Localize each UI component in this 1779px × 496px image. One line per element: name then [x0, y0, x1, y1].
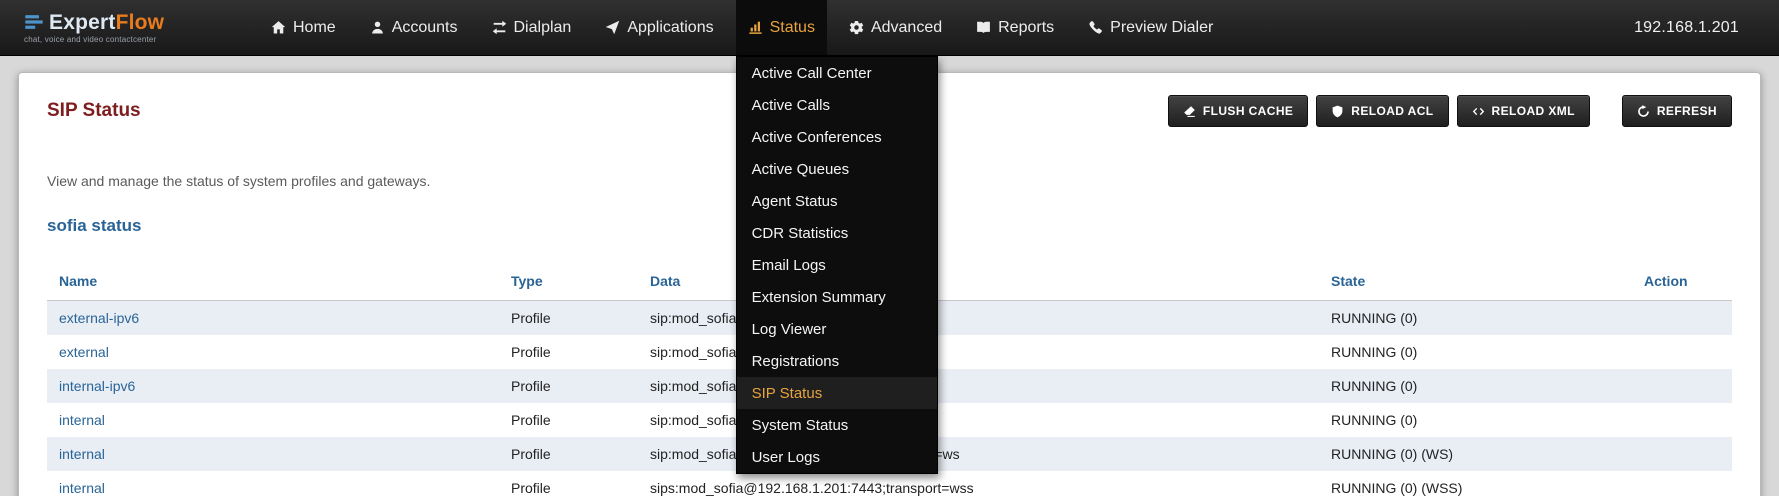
- code-icon: [1472, 105, 1485, 118]
- action-cell: [1644, 403, 1732, 437]
- profile-data: sip:mod_sofia: [650, 378, 736, 394]
- toolbar: FLUSH CACHE RELOAD ACL RELOAD XML REFRESH: [1168, 95, 1732, 127]
- nav-item-home[interactable]: Home: [259, 0, 348, 55]
- nav-item-status[interactable]: StatusActive Call CenterActive CallsActi…: [736, 0, 827, 55]
- main-nav: Home Accounts Dialplan Applications StatusAc…: [259, 0, 1225, 55]
- nav-item-label: Accounts: [392, 19, 458, 37]
- column-header-type[interactable]: Type: [511, 262, 650, 301]
- reload-xml-button[interactable]: RELOAD XML: [1457, 95, 1590, 127]
- menu-item-agent-status[interactable]: Agent Status: [737, 185, 937, 217]
- nav-item-reports[interactable]: Reports: [964, 0, 1066, 55]
- menu-item-active-calls[interactable]: Active Calls: [737, 89, 937, 121]
- profile-state: RUNNING (0): [1331, 412, 1417, 428]
- book-icon: [976, 20, 991, 35]
- status-dropdown-menu: Active Call CenterActive CallsActive Con…: [736, 56, 938, 474]
- logo-text-flow: Flow: [116, 11, 165, 34]
- profile-link[interactable]: external: [59, 344, 109, 360]
- menu-item-active-queues[interactable]: Active Queues: [737, 153, 937, 185]
- button-label: FLUSH CACHE: [1203, 104, 1293, 118]
- logo-text: ExpertFlow: [49, 12, 164, 33]
- button-label: RELOAD XML: [1492, 104, 1575, 118]
- action-cell: [1644, 335, 1732, 369]
- eraser-icon: [1183, 105, 1196, 118]
- profile-data: sip:mod_sofia: [650, 310, 736, 326]
- refresh-button[interactable]: REFRESH: [1622, 95, 1732, 127]
- profile-type: Profile: [511, 378, 551, 394]
- button-label: REFRESH: [1657, 104, 1717, 118]
- profile-link[interactable]: internal: [59, 446, 105, 462]
- menu-item-user-logs[interactable]: User Logs: [737, 441, 937, 473]
- profile-type: Profile: [511, 480, 551, 496]
- profile-link[interactable]: internal-ipv6: [59, 378, 135, 394]
- menu-item-active-call-center[interactable]: Active Call Center: [737, 57, 937, 89]
- refresh-icon: [1637, 105, 1650, 118]
- nav-item-label: Dialplan: [514, 19, 572, 37]
- menu-item-registrations[interactable]: Registrations: [737, 345, 937, 377]
- screen: ExpertFlow chat, voice and video contact…: [0, 0, 1779, 496]
- nav-item-dialplan[interactable]: Dialplan: [480, 0, 584, 55]
- logo-text-expert: Expert: [49, 11, 116, 34]
- profile-link[interactable]: external-ipv6: [59, 310, 139, 326]
- menu-item-sip-status[interactable]: SIP Status: [737, 377, 937, 409]
- profile-link[interactable]: internal: [59, 480, 105, 496]
- server-address: 192.168.1.201: [1634, 19, 1739, 37]
- bar-chart-icon: [748, 20, 763, 35]
- menu-item-log-viewer[interactable]: Log Viewer: [737, 313, 937, 345]
- profile-state: RUNNING (0): [1331, 378, 1417, 394]
- column-header-action[interactable]: Action: [1644, 262, 1732, 301]
- action-cell: [1644, 369, 1732, 403]
- menu-item-active-conferences[interactable]: Active Conferences: [737, 121, 937, 153]
- logo-tagline: chat, voice and video contactcenter: [24, 36, 214, 44]
- nav-item-label: Advanced: [871, 19, 942, 37]
- button-label: RELOAD ACL: [1351, 104, 1433, 118]
- column-header-name[interactable]: Name: [47, 262, 511, 301]
- profile-type: Profile: [511, 446, 551, 462]
- nav-item-applications[interactable]: Applications: [593, 0, 725, 55]
- nav-item-label: Applications: [627, 19, 713, 37]
- menu-item-system-status[interactable]: System Status: [737, 409, 937, 441]
- gear-icon: [849, 20, 864, 35]
- paper-plane-icon: [605, 20, 620, 35]
- profile-type: Profile: [511, 344, 551, 360]
- user-icon: [370, 20, 385, 35]
- profile-data: sip:mod_sofia: [650, 412, 736, 428]
- shield-icon: [1331, 105, 1344, 118]
- profile-type: Profile: [511, 310, 551, 326]
- profile-type: Profile: [511, 412, 551, 428]
- logo-bars-icon: [24, 12, 44, 32]
- logo[interactable]: ExpertFlow chat, voice and video contact…: [24, 12, 214, 44]
- reload-acl-button[interactable]: RELOAD ACL: [1316, 95, 1448, 127]
- profile-data: sips:mod_sofia@192.168.1.201:7443;transp…: [650, 480, 974, 496]
- profile-state: RUNNING (0) (WSS): [1331, 480, 1462, 496]
- home-icon: [271, 20, 286, 35]
- nav-item-label: Home: [293, 19, 336, 37]
- action-cell: [1644, 437, 1732, 471]
- table-row: internal Profile sips:mod_sofia@192.168.1.…: [47, 471, 1732, 496]
- profile-state: RUNNING (0): [1331, 310, 1417, 326]
- nav-item-accounts[interactable]: Accounts: [358, 0, 470, 55]
- nav-item-label: Status: [770, 19, 815, 37]
- menu-item-email-logs[interactable]: Email Logs: [737, 249, 937, 281]
- nav-item-label: Preview Dialer: [1110, 19, 1213, 37]
- profile-state: RUNNING (0) (WS): [1331, 446, 1453, 462]
- phone-icon: [1088, 20, 1103, 35]
- profile-state: RUNNING (0): [1331, 344, 1417, 360]
- column-header-state[interactable]: State: [1331, 262, 1644, 301]
- logo-row: ExpertFlow: [24, 12, 214, 33]
- nav-item-preview-dialer[interactable]: Preview Dialer: [1076, 0, 1225, 55]
- profile-link[interactable]: internal: [59, 412, 105, 428]
- nav-item-label: Reports: [998, 19, 1054, 37]
- page-title: SIP Status: [47, 100, 141, 122]
- action-cell: [1644, 471, 1732, 496]
- menu-item-cdr-statistics[interactable]: CDR Statistics: [737, 217, 937, 249]
- flush-cache-button[interactable]: FLUSH CACHE: [1168, 95, 1308, 127]
- swap-arrows-icon: [492, 20, 507, 35]
- menu-item-extension-summary[interactable]: Extension Summary: [737, 281, 937, 313]
- top-nav-bar: ExpertFlow chat, voice and video contact…: [0, 0, 1779, 56]
- nav-item-advanced[interactable]: Advanced: [837, 0, 954, 55]
- action-cell: [1644, 301, 1732, 336]
